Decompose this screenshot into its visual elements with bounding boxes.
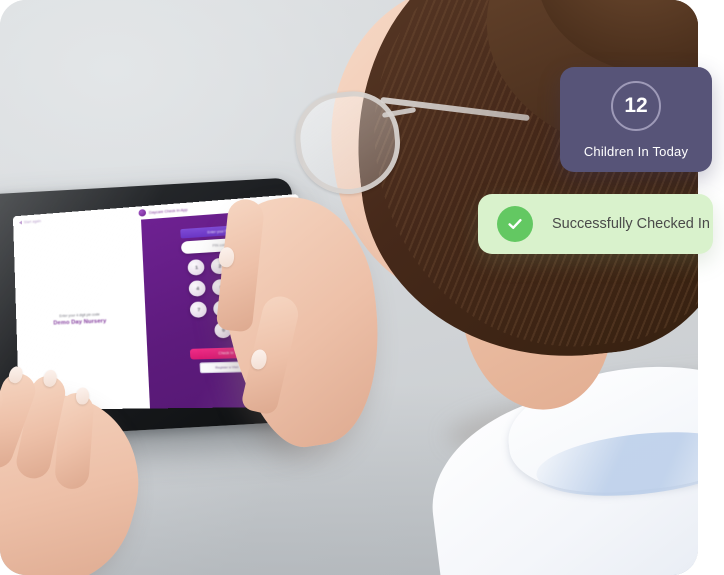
children-in-today-label: Children In Today [584, 144, 688, 159]
check-in-label: Check In [218, 351, 233, 356]
keypad-key-label: 1 [195, 265, 198, 270]
screenshot-root: Start again Daycare Check In App Enter y… [0, 0, 724, 575]
keypad-key[interactable]: 1 [188, 259, 205, 276]
app-logo-icon [138, 209, 146, 217]
start-again-label: Start again [24, 219, 41, 224]
register-visit-label: Register a Visit [215, 365, 238, 370]
keypad-key-empty [191, 323, 209, 340]
keypad-key[interactable]: 4 [189, 280, 206, 297]
count-ring: 12 [611, 81, 661, 131]
keypad-key[interactable]: 7 [190, 301, 208, 318]
checked-in-toast: Successfully Checked In [478, 194, 713, 254]
app-title-group: Daycare Check In App [138, 206, 187, 217]
children-count: 12 [624, 95, 647, 116]
check-circle-icon [497, 206, 533, 242]
chevron-left-icon [19, 220, 22, 224]
keypad-key-label: 4 [196, 286, 199, 291]
eyeglasses [296, 84, 506, 188]
children-in-today-card: 12 Children In Today [560, 67, 712, 172]
toast-message: Successfully Checked In [552, 216, 710, 232]
app-title: Daycare Check In App [149, 207, 188, 214]
keypad-key-label: 7 [197, 307, 200, 312]
